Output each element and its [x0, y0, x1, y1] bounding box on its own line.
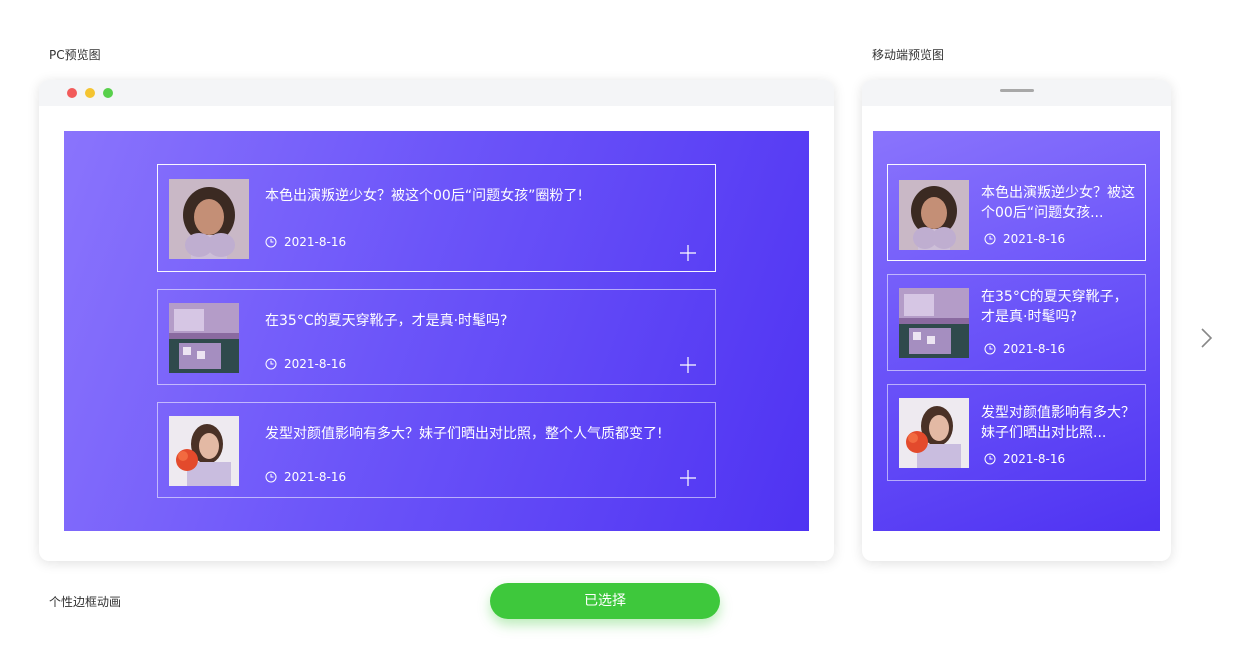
mobile-titlebar: [862, 80, 1171, 106]
article-title: 本色出演叛逆少女？被这个00后“问题女孩...: [981, 185, 1135, 221]
clock-icon: [265, 236, 277, 248]
article-title: 在35°C的夏天穿靴子，才是真·时髦吗?: [265, 313, 508, 329]
clock-icon: [265, 358, 277, 370]
woman-covering-face-photo: [899, 180, 969, 250]
clock-icon: [984, 453, 996, 465]
minimize-dot-icon: [85, 88, 95, 98]
article-date: 2021-8-16: [284, 235, 347, 249]
article-date: 2021-8-16: [1003, 452, 1066, 466]
article-card[interactable]: 在35°C的夏天穿靴子，才是真·时髦吗? 2021-8-16: [887, 274, 1146, 371]
mobile-preview-label: 移动端预览图: [872, 48, 945, 62]
article-card[interactable]: 在35°C的夏天穿靴子，才是真·时髦吗? 2021-8-16: [157, 289, 716, 385]
article-date-row: 2021-8-16: [984, 342, 1065, 356]
maximize-dot-icon: [103, 88, 113, 98]
plus-icon[interactable]: [679, 356, 697, 374]
article-date-row: 2021-8-16: [265, 470, 346, 484]
girl-with-flower-photo: [169, 416, 239, 486]
style-name-label: 个性边框动画: [49, 595, 122, 609]
article-title: 发型对颜值影响有多大？妹子们晒出对比照，整个人气质都变了!: [265, 426, 663, 442]
plus-icon[interactable]: [679, 469, 697, 487]
chevron-right-icon[interactable]: [1198, 327, 1214, 349]
article-date-row: 2021-8-16: [265, 235, 346, 249]
article-title: 本色出演叛逆少女？被这个00后“问题女孩”圈粉了!: [265, 188, 583, 204]
article-card[interactable]: 发型对颜值影响有多大？妹子们晒出对比照，整个人气质都变了! 2021-8-16: [157, 402, 716, 498]
article-date: 2021-8-16: [284, 357, 347, 371]
clock-icon: [265, 471, 277, 483]
purple-fashion-photo: [899, 288, 969, 358]
selected-button[interactable]: 已选择: [490, 583, 720, 619]
phone-notch: [1000, 89, 1034, 92]
article-card[interactable]: 本色出演叛逆少女？被这个00后“问题女孩... 2021-8-16: [887, 164, 1146, 261]
pc-preview-canvas: 本色出演叛逆少女？被这个00后“问题女孩”圈粉了! 2021-8-16 在35°…: [64, 131, 809, 531]
article-title: 发型对颜值影响有多大？妹子们晒出对比照...: [981, 405, 1135, 441]
article-date: 2021-8-16: [284, 470, 347, 484]
article-card[interactable]: 本色出演叛逆少女？被这个00后“问题女孩”圈粉了! 2021-8-16: [157, 164, 716, 272]
clock-icon: [984, 343, 996, 355]
purple-fashion-photo: [169, 303, 239, 373]
plus-icon[interactable]: [679, 244, 697, 262]
article-date: 2021-8-16: [1003, 342, 1066, 356]
article-title: 在35°C的夏天穿靴子，才是真·时髦吗?: [981, 289, 1128, 325]
clock-icon: [984, 233, 996, 245]
girl-with-flower-photo: [899, 398, 969, 468]
article-date-row: 2021-8-16: [984, 452, 1065, 466]
mobile-preview-window: 本色出演叛逆少女？被这个00后“问题女孩... 2021-8-16 在35°C的…: [862, 80, 1171, 561]
article-date: 2021-8-16: [1003, 232, 1066, 246]
close-dot-icon: [67, 88, 77, 98]
browser-titlebar: [39, 80, 834, 106]
article-date-row: 2021-8-16: [265, 357, 346, 371]
pc-preview-label: PC预览图: [49, 48, 101, 62]
pc-preview-window: 本色出演叛逆少女？被这个00后“问题女孩”圈粉了! 2021-8-16 在35°…: [39, 80, 834, 561]
article-card[interactable]: 发型对颜值影响有多大？妹子们晒出对比照... 2021-8-16: [887, 384, 1146, 481]
article-date-row: 2021-8-16: [984, 232, 1065, 246]
mobile-preview-canvas: 本色出演叛逆少女？被这个00后“问题女孩... 2021-8-16 在35°C的…: [873, 131, 1160, 531]
woman-covering-face-photo: [169, 179, 249, 259]
